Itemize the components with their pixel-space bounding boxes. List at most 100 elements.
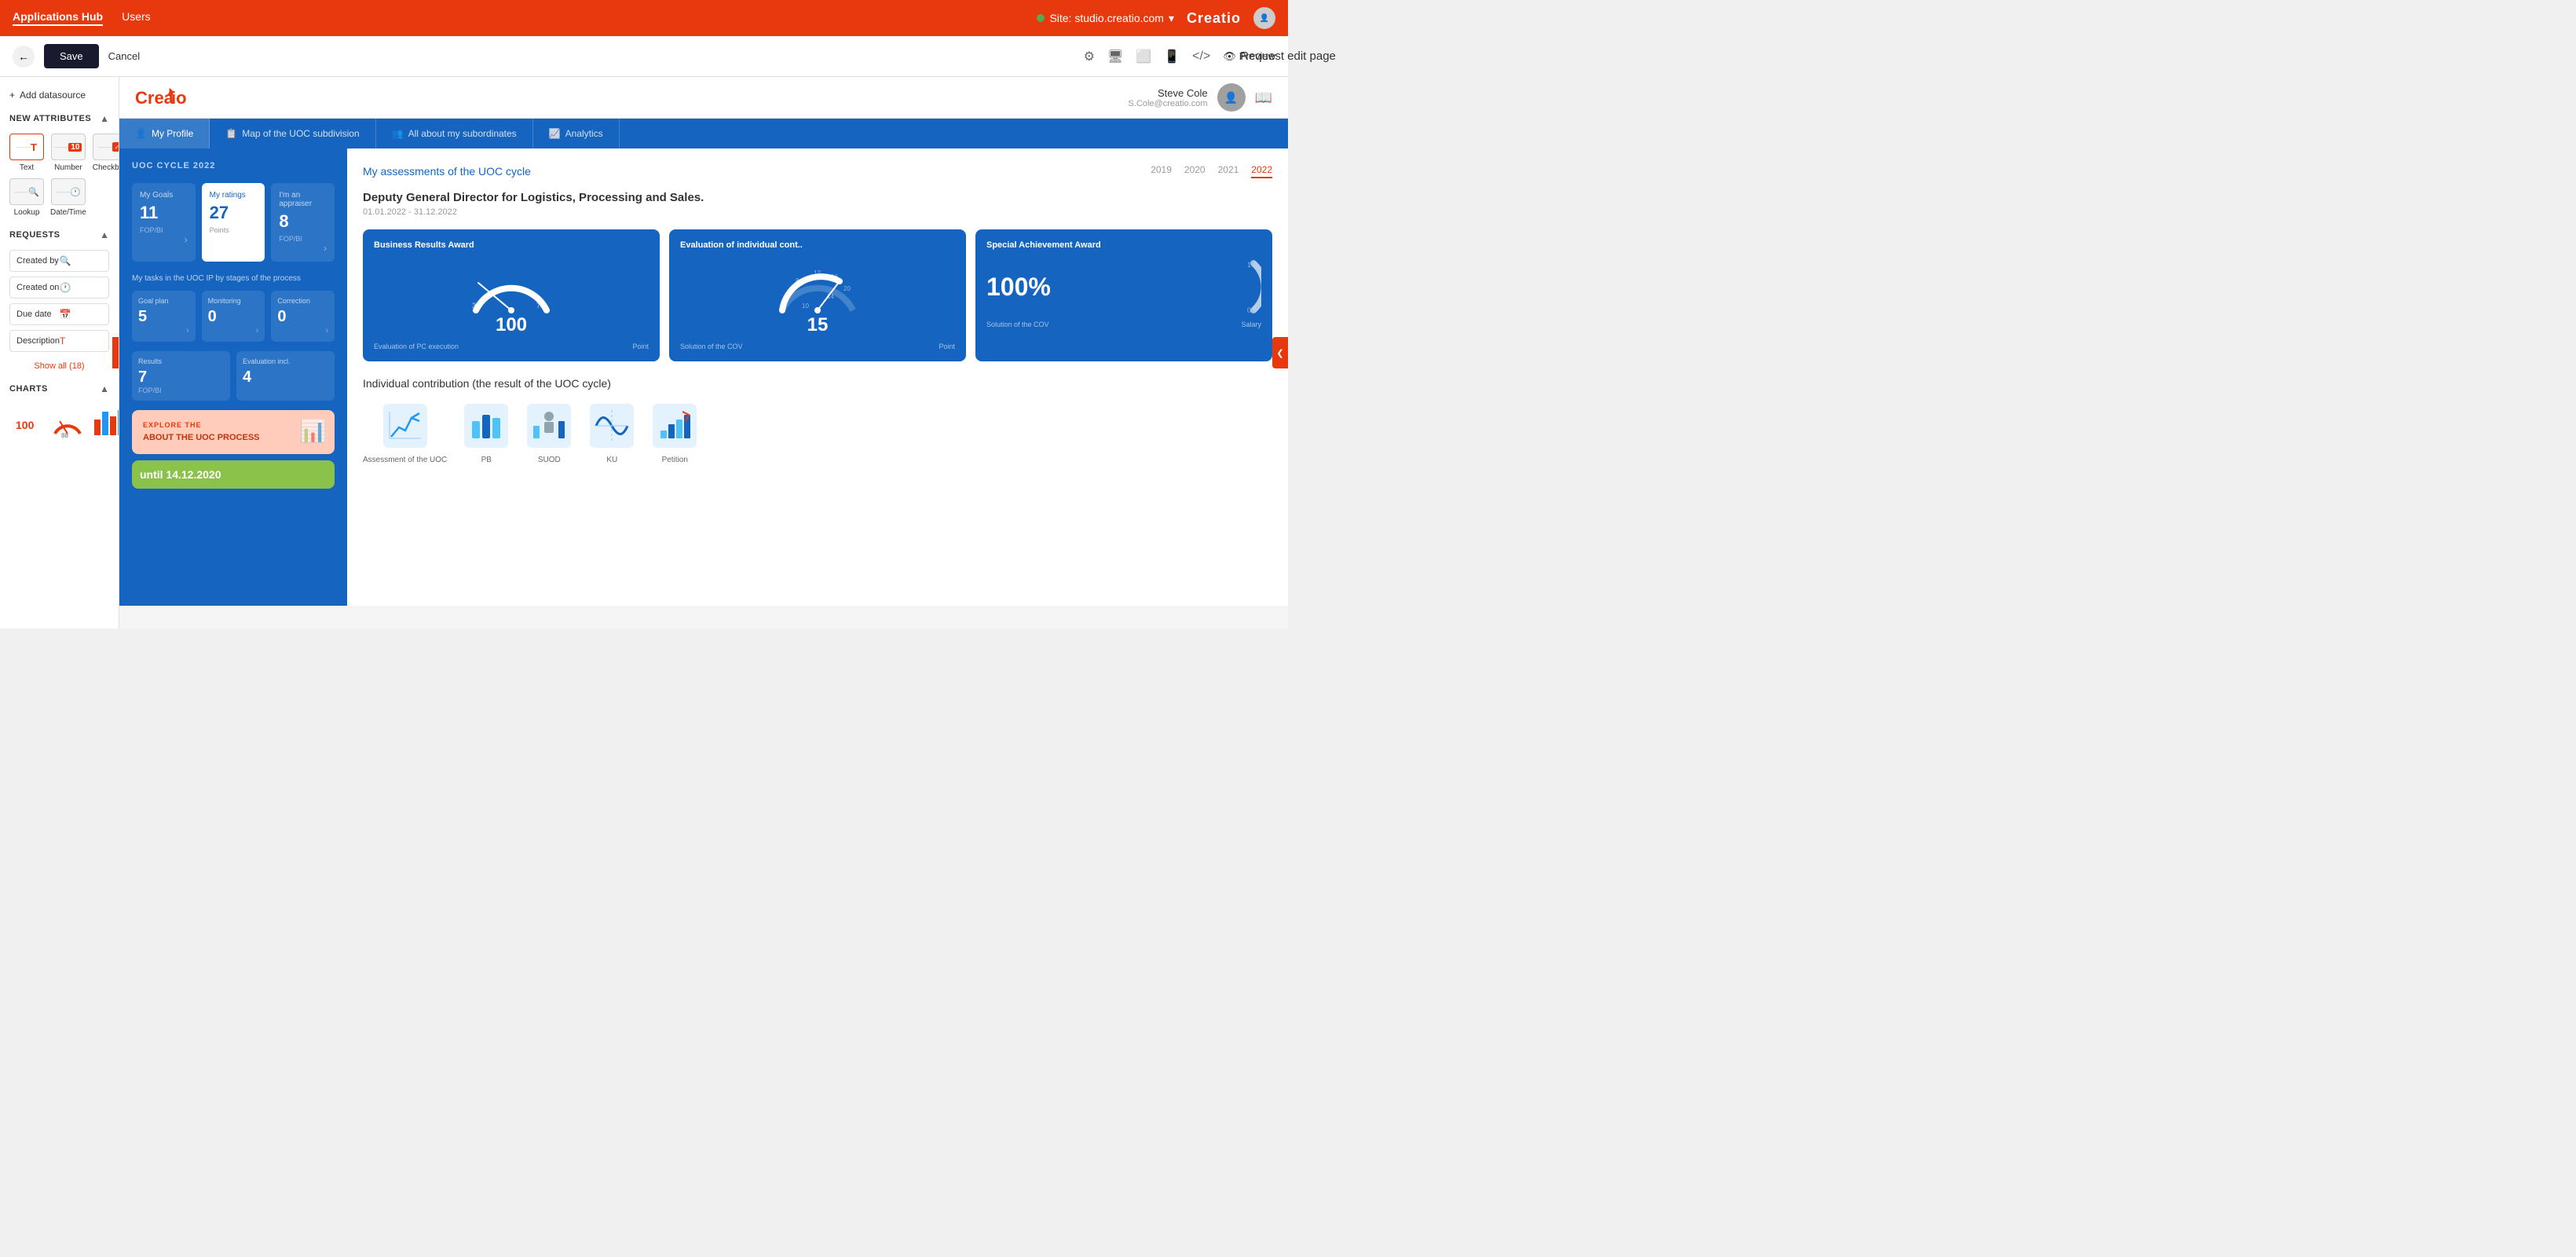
svg-text:4: 4 — [784, 293, 788, 300]
stat-ratings[interactable]: My ratings 27 Points — [202, 183, 265, 262]
charts-collapse[interactable]: ▲ — [100, 383, 109, 394]
user-avatar[interactable]: 👤 — [1217, 83, 1246, 112]
award-special-label2: Salary — [1241, 321, 1261, 328]
year-2022[interactable]: 2022 — [1251, 164, 1272, 178]
contrib-pb[interactable]: PB — [463, 402, 510, 464]
search-icon: 🔍 — [60, 255, 103, 266]
tab-analytics[interactable]: 📈 Analytics — [533, 119, 620, 148]
speedometer-thumb[interactable]: 88 — [50, 404, 85, 438]
requests-collapse[interactable]: ▲ — [100, 229, 109, 240]
petition-icon — [651, 402, 698, 449]
svg-text:100: 100 — [16, 419, 35, 431]
contrib-suod[interactable]: SUOD — [525, 402, 573, 464]
contrib-ku[interactable]: KU — [588, 402, 635, 464]
profile-tab-icon: 👤 — [135, 128, 147, 139]
award-special-content: 100% 0 1 — [986, 259, 1261, 314]
text-attribute[interactable]: —— T Text — [9, 134, 44, 172]
tab-map[interactable]: 📋 Map of the UOC subdivision — [210, 119, 375, 148]
promo-text: ABOUT THE UOC PROCESS — [143, 432, 324, 443]
task-goal-plan[interactable]: Goal plan 5 › — [132, 291, 196, 342]
checkbox-attribute[interactable]: —— ✓ Checkbox — [93, 134, 119, 172]
book-icon[interactable]: 📖 — [1255, 90, 1272, 106]
gauge-eval-value: 15 — [807, 314, 829, 336]
plus-icon: + — [9, 90, 15, 101]
right-expand-button[interactable]: ❮ — [1272, 337, 1288, 368]
site-dropdown-icon[interactable]: ▾ — [1169, 12, 1174, 25]
code-view-icon[interactable]: </> — [1192, 49, 1210, 64]
contribution-icons: Assessment of the UOC — [363, 402, 1272, 464]
stat-goals[interactable]: My Goals 11 FOP/BI › — [132, 183, 196, 262]
assessments-header: My assessments of the UOC cycle 2019 202… — [363, 164, 1272, 178]
preview-area: Crea io Steve Cole S.Cole@creatio.com 👤 … — [119, 77, 1288, 628]
datetime-attr-label: Date/Time — [50, 208, 86, 217]
request-item-created-on[interactable]: Created on 🕐 — [9, 277, 109, 299]
year-tabs: 2019 2020 2021 2022 — [1151, 164, 1272, 178]
save-button[interactable]: Save — [44, 44, 99, 68]
request-label-description: Description — [16, 336, 60, 346]
add-datasource-button[interactable]: + Add datasource — [9, 90, 109, 101]
number-attribute[interactable]: —— 10 Number — [50, 134, 86, 172]
number-attr-box: —— 10 — [51, 134, 86, 160]
contrib-assessment[interactable]: Assessment of the UOC — [363, 402, 447, 464]
panel-collapse-button[interactable]: ❯ — [112, 337, 119, 368]
svg-text:12: 12 — [814, 269, 821, 277]
stat-appraiser-label: I'm an appraiser — [279, 191, 327, 208]
tablet-view-icon[interactable]: ⬜ — [1136, 49, 1151, 64]
assessment-icon — [382, 402, 429, 449]
settings-icon[interactable]: ⚙ — [1084, 49, 1095, 64]
creatio-logo: Crea io — [135, 86, 206, 108]
task-eval-label: Evaluation incl. — [243, 357, 328, 365]
contrib-pb-label: PB — [481, 456, 492, 464]
header-right: Steve Cole S.Cole@creatio.com 👤 📖 — [1129, 83, 1272, 112]
request-item-created-by[interactable]: Created by 🔍 — [9, 250, 109, 272]
award-business[interactable]: Business Results Award — [363, 229, 660, 361]
new-attributes-collapse[interactable]: ▲ — [100, 113, 109, 124]
text-attr-box: —— T — [9, 134, 44, 160]
bar-chart-thumb[interactable] — [91, 404, 119, 438]
stat-ratings-value: 27 — [210, 203, 258, 223]
cancel-button[interactable]: Cancel — [108, 50, 140, 62]
award-eval[interactable]: Evaluation of individual cont.. 0 4 — [669, 229, 966, 361]
lookup-attribute[interactable]: —— 🔍 Lookup — [9, 178, 44, 217]
stat-appraiser[interactable]: I'm an appraiser 8 FOP/BI › — [271, 183, 335, 262]
user-avatar-top[interactable]: 👤 — [1253, 7, 1275, 29]
task-results-label: Results — [138, 357, 224, 365]
gauge-eval: 0 4 8 12 16 20 10 14 15 — [680, 259, 955, 336]
analytics-tab-icon: 📈 — [549, 128, 561, 139]
contrib-petition[interactable]: Petition — [651, 402, 698, 464]
back-button[interactable]: ← — [13, 46, 35, 68]
task-correction[interactable]: Correction 0 › — [271, 291, 335, 342]
add-datasource-label: Add datasource — [20, 90, 86, 101]
app-hub-link[interactable]: Applications Hub — [13, 10, 103, 26]
request-label-created-by: Created by — [16, 256, 60, 266]
year-2019[interactable]: 2019 — [1151, 164, 1172, 178]
promo-card[interactable]: EXPLORE THE ABOUT THE UOC PROCESS 📊 — [132, 410, 335, 454]
blue-panel: UOC CYCLE 2022 My Goals 11 FOP/BI › My r… — [119, 148, 347, 606]
awards-row: Business Results Award — [363, 229, 1272, 361]
gauge-chart-thumb[interactable]: 100 — [9, 404, 44, 438]
task-goal-plan-label: Goal plan — [138, 297, 189, 305]
desktop-view-icon[interactable]: 🖥 — [1107, 49, 1123, 64]
tab-subordinates[interactable]: 👥 All about my subordinates — [376, 119, 533, 148]
year-2021[interactable]: 2021 — [1218, 164, 1239, 178]
users-link[interactable]: Users — [122, 10, 151, 26]
tabs-bar: 👤 My Profile 📋 Map of the UOC subdivisio… — [119, 119, 1288, 148]
charts-title: CHARTS — [9, 384, 48, 394]
checkbox-attr-box: —— ✓ — [93, 134, 119, 160]
svg-text:20: 20 — [843, 285, 851, 292]
task-eval[interactable]: Evaluation incl. 4 — [236, 351, 335, 401]
datetime-attribute[interactable]: —— 🕐 Date/Time — [50, 178, 86, 217]
stat-goals-arrow: › — [140, 234, 188, 245]
task-monitoring[interactable]: Monitoring 0 › — [202, 291, 265, 342]
award-special[interactable]: Special Achievement Award 100% 0 1 — [975, 229, 1272, 361]
task-results[interactable]: Results 7 FOP/BI — [132, 351, 230, 401]
year-2020[interactable]: 2020 — [1184, 164, 1206, 178]
request-item-due-date[interactable]: Due date 📅 — [9, 303, 109, 325]
requests-list: Created by 🔍 Created on 🕐 Due date 📅 Des… — [9, 250, 109, 352]
tab-my-profile[interactable]: 👤 My Profile — [119, 119, 210, 148]
mobile-view-icon[interactable]: 📱 — [1164, 49, 1180, 64]
svg-text:1: 1 — [1247, 261, 1251, 269]
request-item-description[interactable]: Description T — [9, 330, 109, 352]
award-eval-footer: Solution of the COV Point — [680, 343, 955, 350]
show-all-button[interactable]: Show all (18) — [9, 361, 109, 371]
